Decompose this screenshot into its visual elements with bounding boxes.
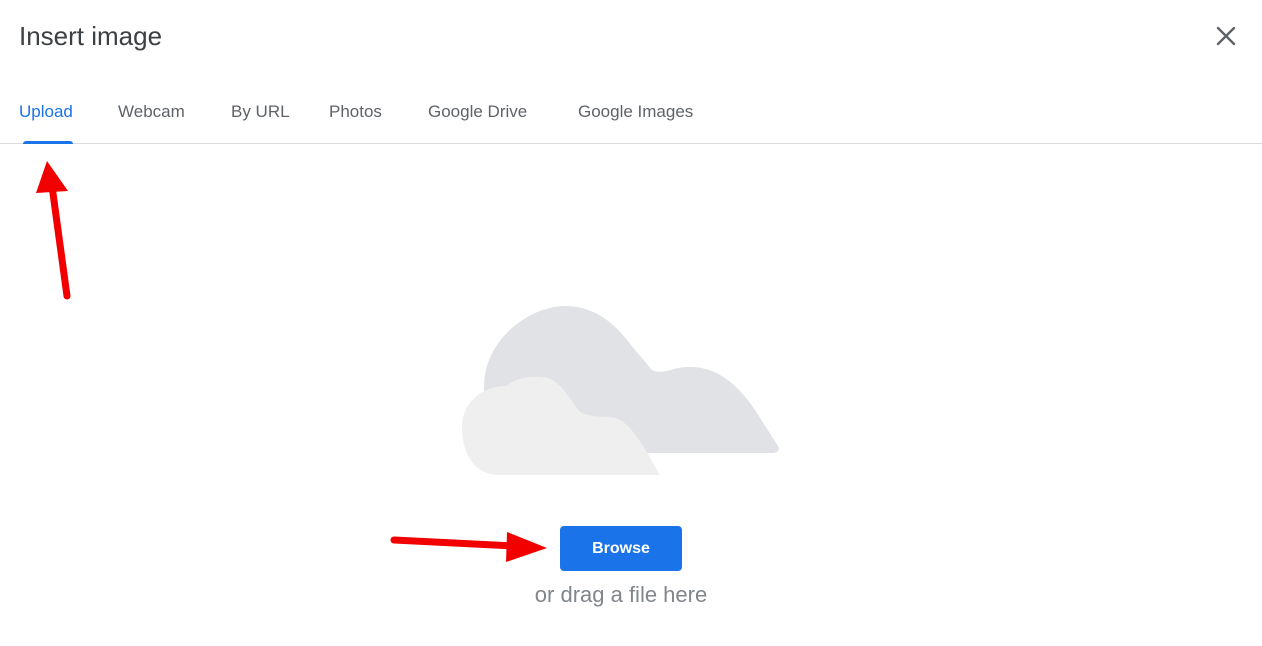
drag-hint-text: or drag a file here [534, 582, 708, 607]
tab-photos-label: Photos [329, 102, 382, 121]
tab-google-images-label: Google Images [578, 102, 694, 121]
cloud-icon [462, 306, 779, 475]
insert-image-dialog: Insert image Upload Webcam By URL Photos… [0, 0, 1262, 646]
browse-button[interactable]: Browse [560, 526, 682, 571]
tab-webcam-label: Webcam [118, 102, 185, 121]
tab-by-url[interactable]: By URL [231, 80, 290, 143]
close-icon [1216, 26, 1236, 46]
tab-google-drive[interactable]: Google Drive [428, 80, 527, 143]
close-button[interactable] [1208, 18, 1244, 54]
tab-google-drive-label: Google Drive [428, 102, 528, 121]
annotation-arrow-browse-icon [390, 532, 547, 562]
tab-bar: Upload Webcam By URL Photos Google Drive… [0, 80, 1262, 144]
tab-by-url-label: By URL [231, 102, 290, 121]
tab-photos[interactable]: Photos [329, 80, 382, 143]
tab-webcam[interactable]: Webcam [118, 80, 185, 143]
active-tab-indicator [23, 141, 73, 144]
tab-upload-label: Upload [19, 102, 73, 121]
tab-upload[interactable]: Upload [19, 80, 73, 144]
annotation-arrow-upload-icon [36, 161, 71, 300]
dialog-title: Insert image [19, 21, 163, 51]
tab-google-images[interactable]: Google Images [578, 80, 693, 143]
